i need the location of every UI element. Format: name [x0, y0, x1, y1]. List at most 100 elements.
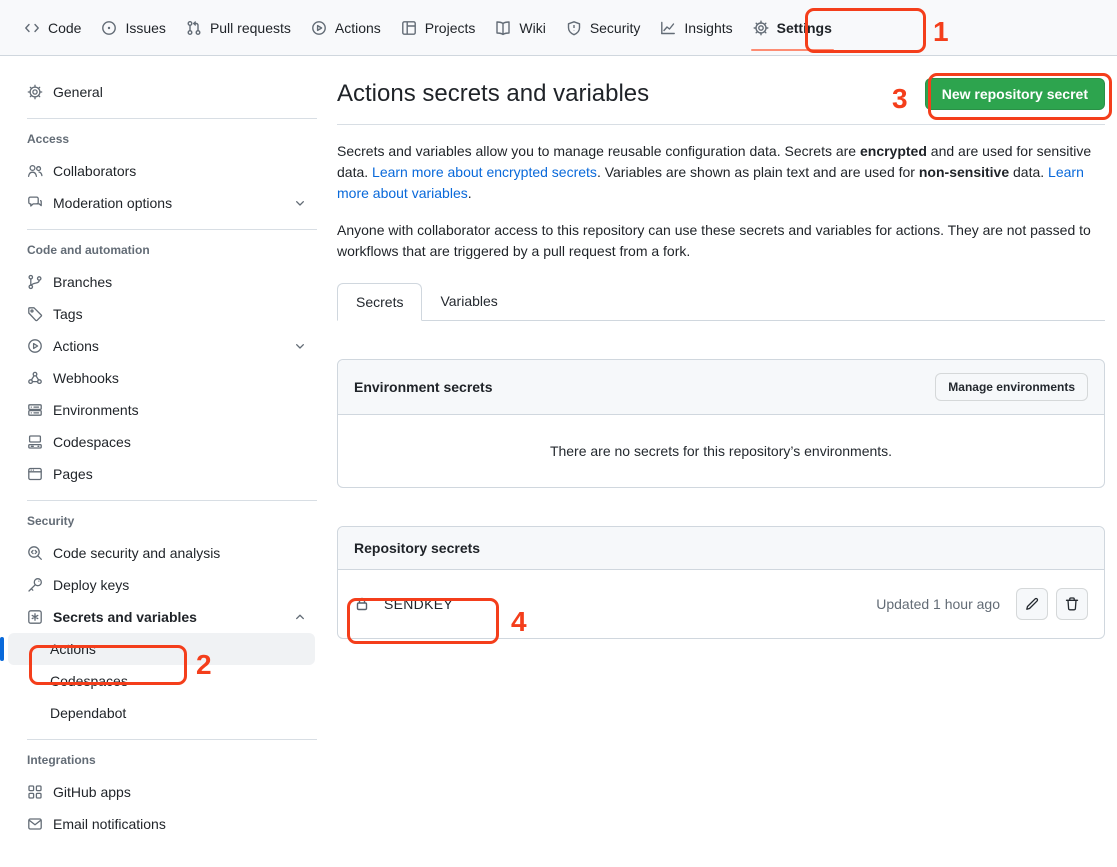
nav-tab-projects[interactable]: Projects	[391, 0, 486, 55]
intro-text: Secrets and variables allow you to manag…	[337, 141, 1105, 262]
sidebar-subitem-codespaces[interactable]: Codespaces	[8, 665, 315, 697]
intro-bold-encrypted: encrypted	[860, 143, 927, 159]
new-repository-secret-button[interactable]: New repository secret	[925, 78, 1105, 110]
mail-icon	[27, 816, 43, 832]
page-header: Actions secrets and variables New reposi…	[337, 56, 1105, 125]
intro-paragraph-1: Secrets and variables allow you to manag…	[337, 141, 1105, 204]
sidebar-item-environments[interactable]: Environments	[27, 394, 321, 426]
comment-discussion-icon	[27, 195, 43, 211]
nav-tab-label: Actions	[335, 20, 381, 36]
sidebar-section-code-and-automation: Code and automation	[27, 240, 321, 260]
graph-icon	[660, 20, 676, 36]
sidebar-item-moderation-options[interactable]: Moderation options	[27, 187, 321, 219]
divider	[27, 229, 317, 230]
sidebar-item-github-apps[interactable]: GitHub apps	[27, 776, 321, 808]
book-icon	[495, 20, 511, 36]
pencil-icon	[1024, 596, 1040, 612]
nav-tab-label: Issues	[125, 20, 165, 36]
gear-icon	[753, 20, 769, 36]
nav-tab-security[interactable]: Security	[556, 0, 651, 55]
sidebar-item-label: Codespaces	[53, 434, 131, 450]
main-content: Actions secrets and variables New reposi…	[337, 56, 1105, 639]
sidebar-item-label: Environments	[53, 402, 139, 418]
sidebar-item-label: Branches	[53, 274, 112, 290]
delete-secret-button[interactable]	[1056, 588, 1088, 620]
page-title: Actions secrets and variables	[337, 78, 649, 110]
sidebar-item-label: Actions	[53, 338, 99, 354]
environment-secrets-title: Environment secrets	[354, 379, 493, 395]
nav-tab-wiki[interactable]: Wiki	[485, 0, 555, 55]
sidebar-subitem-dependabot[interactable]: Dependabot	[8, 697, 315, 729]
divider	[27, 500, 317, 501]
browser-icon	[27, 466, 43, 482]
nav-tab-issues[interactable]: Issues	[91, 0, 175, 55]
chevron-up-icon	[293, 610, 307, 624]
divider	[27, 118, 317, 119]
secrets-and-variables-submenu: Actions Codespaces Dependabot	[8, 633, 321, 729]
play-icon	[27, 338, 43, 354]
tab-secrets[interactable]: Secrets	[337, 283, 422, 321]
sidebar-item-webhooks[interactable]: Webhooks	[27, 362, 321, 394]
nav-tab-label: Code	[48, 20, 81, 36]
sidebar-item-tags[interactable]: Tags	[27, 298, 321, 330]
nav-tab-label: Insights	[684, 20, 732, 36]
sidebar-item-label: Code security and analysis	[53, 545, 220, 561]
manage-environments-button[interactable]: Manage environments	[935, 373, 1088, 401]
sidebar-item-pages[interactable]: Pages	[27, 458, 321, 490]
sidebar-item-codespaces[interactable]: Codespaces	[27, 426, 321, 458]
intro-bold-non-sensitive: non-sensitive	[919, 164, 1009, 180]
edit-secret-button[interactable]	[1016, 588, 1048, 620]
sidebar-item-label: Tags	[53, 306, 83, 322]
sidebar-item-deploy-keys[interactable]: Deploy keys	[27, 569, 321, 601]
sidebar-item-label: Pages	[53, 466, 93, 482]
sidebar-subitem-label: Codespaces	[50, 673, 128, 689]
git-pull-request-icon	[186, 20, 202, 36]
nav-tab-label: Security	[590, 20, 641, 36]
sidebar-item-label: Moderation options	[53, 195, 172, 211]
apps-icon	[27, 784, 43, 800]
sidebar-item-label: General	[53, 84, 103, 100]
nav-tab-insights[interactable]: Insights	[650, 0, 742, 55]
nav-tab-code[interactable]: Code	[14, 0, 91, 55]
sidebar-item-actions[interactable]: Actions	[27, 330, 321, 362]
issue-opened-icon	[101, 20, 117, 36]
sidebar-section-access: Access	[27, 129, 321, 149]
repository-secrets-title: Repository secrets	[354, 540, 480, 556]
sidebar-item-code-security-and-analysis[interactable]: Code security and analysis	[27, 537, 321, 569]
webhook-icon	[27, 370, 43, 386]
codescan-icon	[27, 545, 43, 561]
intro-text-segment: data.	[1009, 164, 1048, 180]
environment-secrets-header: Environment secrets Manage environments	[338, 360, 1104, 415]
intro-text-segment: .	[468, 185, 472, 201]
sidebar-item-label: Webhooks	[53, 370, 119, 386]
gear-icon	[27, 84, 43, 100]
sidebar-item-label: Deploy keys	[53, 577, 129, 593]
sidebar-item-email-notifications[interactable]: Email notifications	[27, 808, 321, 840]
tag-icon	[27, 306, 43, 322]
shield-icon	[566, 20, 582, 36]
table-icon	[401, 20, 417, 36]
nav-tab-actions[interactable]: Actions	[301, 0, 391, 55]
sidebar-subitem-actions[interactable]: Actions	[8, 633, 315, 665]
nav-tab-pull-requests[interactable]: Pull requests	[176, 0, 301, 55]
repo-tab-bar: Code Issues Pull requests Actions Projec…	[0, 0, 1117, 56]
intro-text-segment: Secrets and variables allow you to manag…	[337, 143, 860, 159]
sidebar-subitem-label: Actions	[50, 641, 96, 657]
sidebar-item-secrets-and-variables[interactable]: Secrets and variables	[27, 601, 321, 633]
sidebar-item-general[interactable]: General	[27, 76, 321, 108]
nav-tab-label: Settings	[777, 20, 832, 36]
git-branch-icon	[27, 274, 43, 290]
sidebar-item-collaborators[interactable]: Collaborators	[27, 155, 321, 187]
link-learn-more-encrypted-secrets[interactable]: Learn more about encrypted secrets	[372, 164, 597, 180]
lock-icon	[354, 596, 370, 612]
repository-secrets-header: Repository secrets	[338, 527, 1104, 570]
server-icon	[27, 402, 43, 418]
tab-variables[interactable]: Variables	[422, 282, 515, 320]
environment-secrets-card: Environment secrets Manage environments …	[337, 359, 1105, 488]
secrets-variables-tabs: Secrets Variables	[337, 282, 1105, 321]
sidebar-item-branches[interactable]: Branches	[27, 266, 321, 298]
nav-tab-settings[interactable]: Settings	[743, 0, 842, 55]
chevron-down-icon	[293, 339, 307, 353]
repository-secrets-card: Repository secrets SENDKEY Updated 1 hou…	[337, 526, 1105, 639]
sidebar-section-security: Security	[27, 511, 321, 531]
